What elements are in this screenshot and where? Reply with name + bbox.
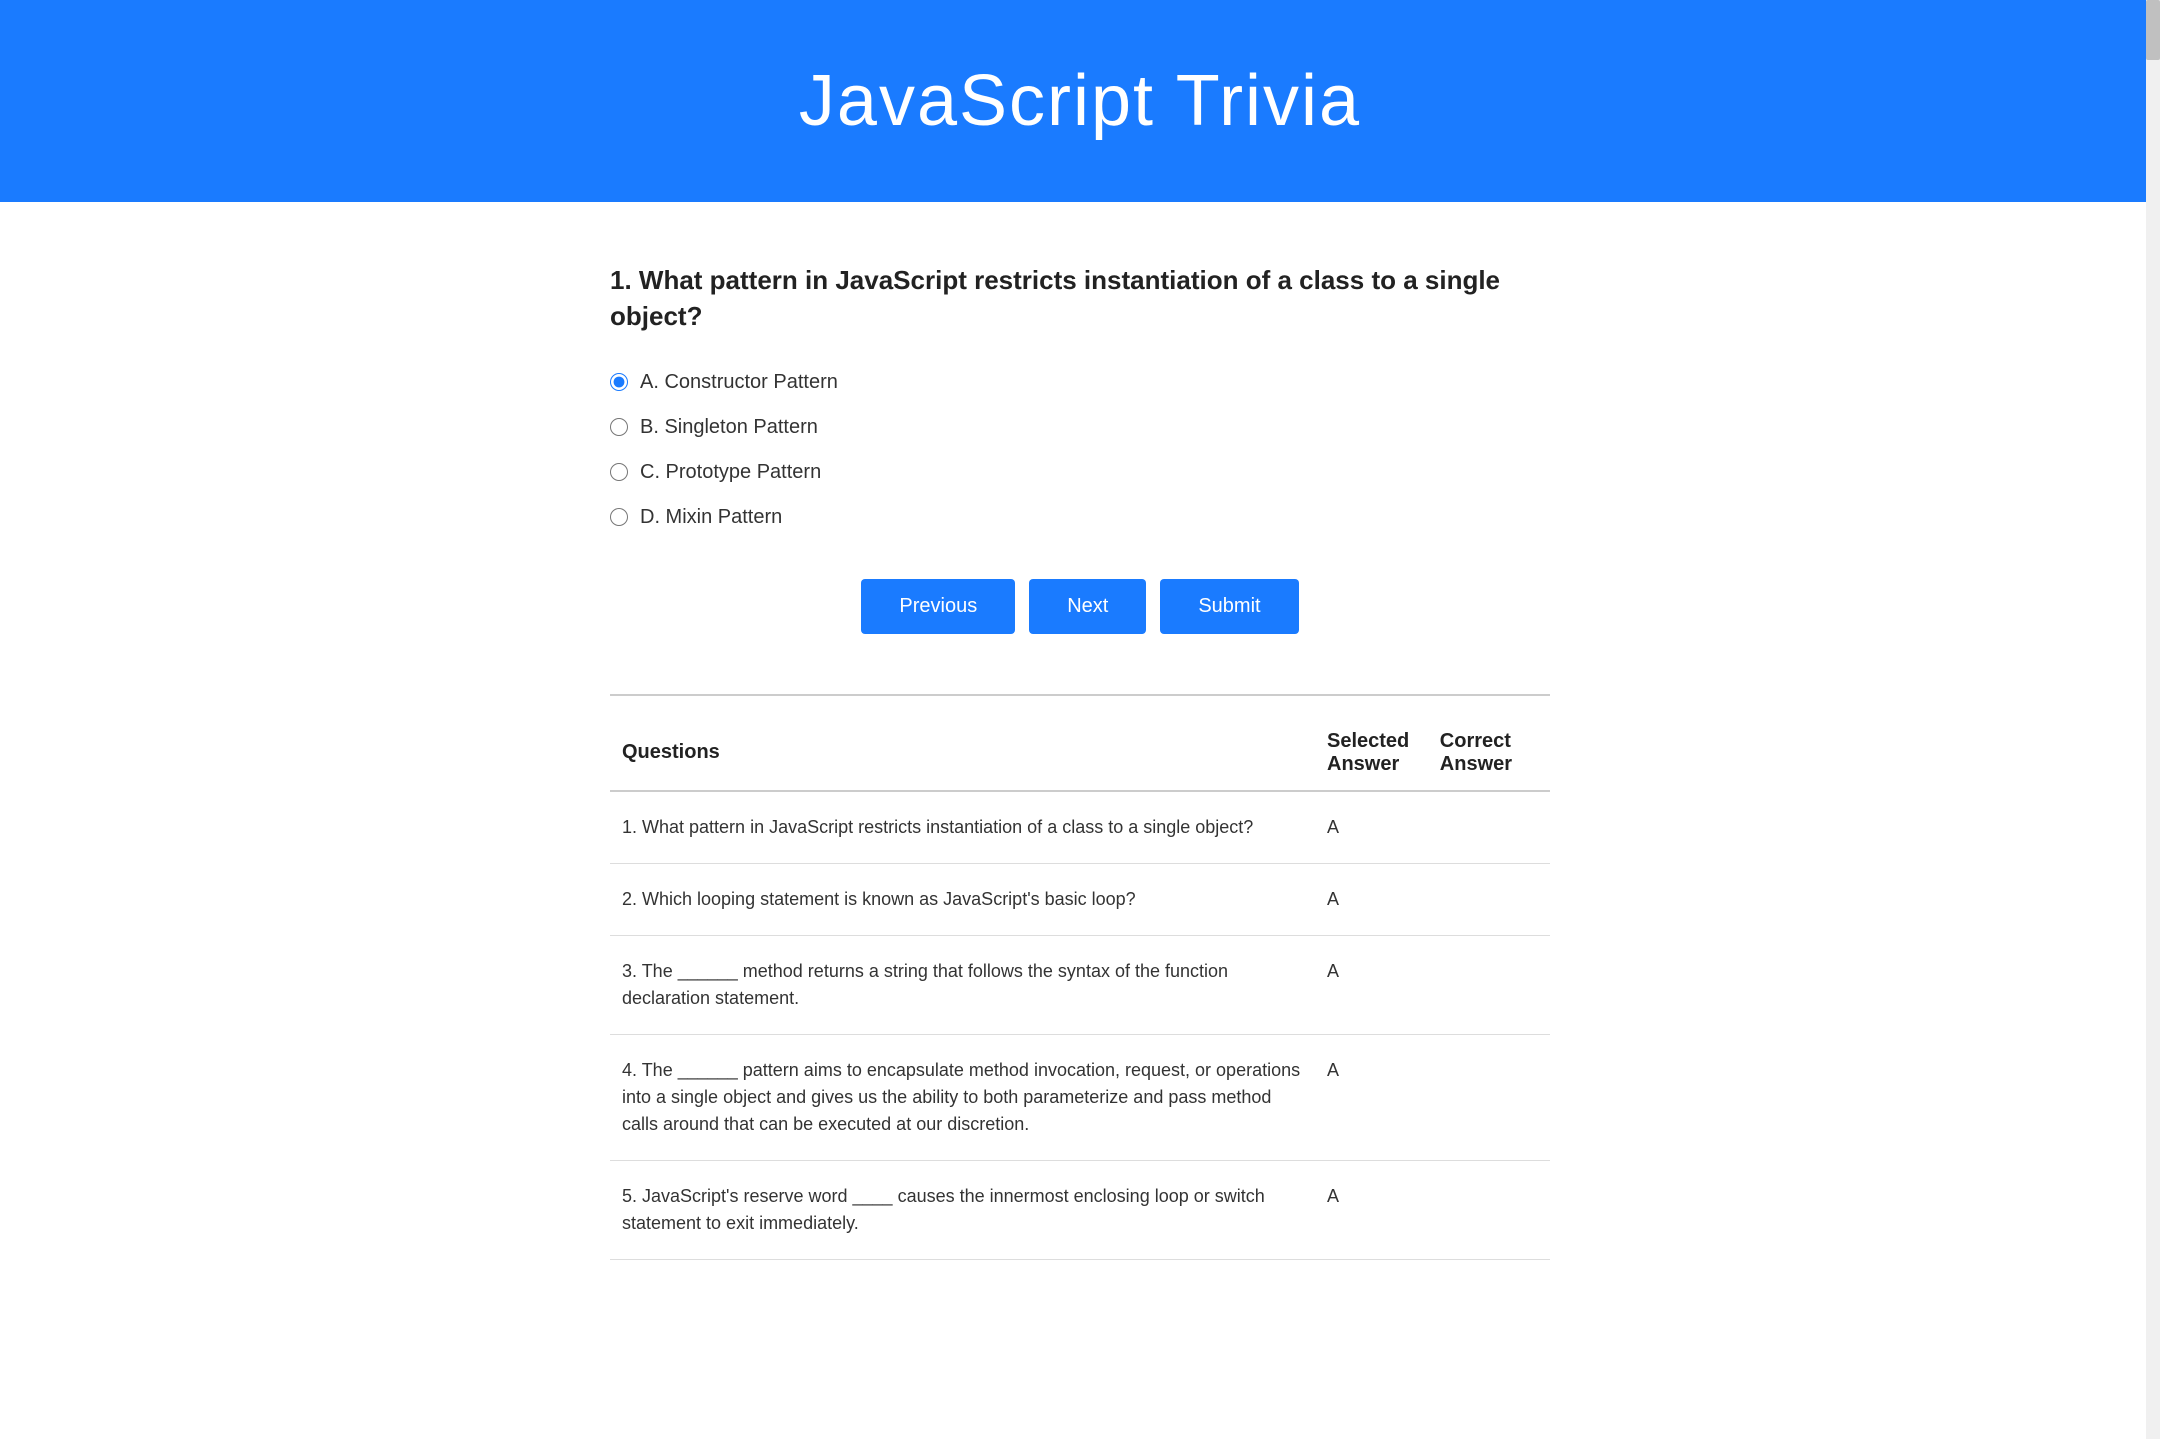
table-section: Questions Selected Answer Correct Answer… bbox=[610, 694, 1550, 1260]
table-row: 3. The ______ method returns a string th… bbox=[610, 935, 1550, 1034]
radio-c[interactable] bbox=[610, 463, 628, 481]
table-cell-correct-2 bbox=[1428, 863, 1550, 935]
table-cell-selected-3: A bbox=[1315, 935, 1428, 1034]
option-label-b[interactable]: B. Singleton Pattern bbox=[640, 416, 818, 439]
table-cell-correct-5 bbox=[1428, 1160, 1550, 1259]
table-row: 5. JavaScript's reserve word ____ causes… bbox=[610, 1160, 1550, 1259]
buttons-row: Previous Next Submit bbox=[610, 579, 1550, 634]
main-content: 1. What pattern in JavaScript restricts … bbox=[530, 202, 1630, 1320]
question-text: 1. What pattern in JavaScript restricts … bbox=[610, 262, 1550, 335]
submit-button[interactable]: Submit bbox=[1160, 579, 1298, 634]
option-label-a[interactable]: A. Constructor Pattern bbox=[640, 371, 838, 394]
option-item-d: D. Mixin Pattern bbox=[610, 506, 1550, 529]
option-item-b: B. Singleton Pattern bbox=[610, 416, 1550, 439]
radio-a[interactable] bbox=[610, 373, 628, 391]
radio-b[interactable] bbox=[610, 418, 628, 436]
question-section: 1. What pattern in JavaScript restricts … bbox=[610, 262, 1550, 529]
table-cell-correct-1 bbox=[1428, 791, 1550, 864]
table-cell-selected-4: A bbox=[1315, 1034, 1428, 1160]
table-cell-question-2: 2. Which looping statement is known as J… bbox=[610, 863, 1315, 935]
table-row: 2. Which looping statement is known as J… bbox=[610, 863, 1550, 935]
col-header-question: Questions bbox=[610, 716, 1315, 791]
table-row: 1. What pattern in JavaScript restricts … bbox=[610, 791, 1550, 864]
table-row: 4. The ______ pattern aims to encapsulat… bbox=[610, 1034, 1550, 1160]
scrollbar-track[interactable] bbox=[2146, 0, 2160, 1439]
table-cell-correct-3 bbox=[1428, 935, 1550, 1034]
table-cell-question-3: 3. The ______ method returns a string th… bbox=[610, 935, 1315, 1034]
col-header-correct: Correct Answer bbox=[1428, 716, 1550, 791]
option-label-c[interactable]: C. Prototype Pattern bbox=[640, 461, 821, 484]
table-cell-question-5: 5. JavaScript's reserve word ____ causes… bbox=[610, 1160, 1315, 1259]
table-cell-selected-5: A bbox=[1315, 1160, 1428, 1259]
table-cell-selected-1: A bbox=[1315, 791, 1428, 864]
option-label-d[interactable]: D. Mixin Pattern bbox=[640, 506, 782, 529]
options-list: A. Constructor Pattern B. Singleton Patte… bbox=[610, 371, 1550, 529]
table-cell-selected-2: A bbox=[1315, 863, 1428, 935]
scrollbar-thumb[interactable] bbox=[2146, 0, 2160, 60]
page-title: JavaScript Trivia bbox=[20, 60, 2140, 142]
header: JavaScript Trivia bbox=[0, 0, 2160, 202]
next-button[interactable]: Next bbox=[1029, 579, 1146, 634]
col-header-selected: Selected Answer bbox=[1315, 716, 1428, 791]
previous-button[interactable]: Previous bbox=[861, 579, 1015, 634]
option-item-a: A. Constructor Pattern bbox=[610, 371, 1550, 394]
radio-d[interactable] bbox=[610, 508, 628, 526]
table-cell-question-1: 1. What pattern in JavaScript restricts … bbox=[610, 791, 1315, 864]
table-cell-question-4: 4. The ______ pattern aims to encapsulat… bbox=[610, 1034, 1315, 1160]
results-table: Questions Selected Answer Correct Answer… bbox=[610, 716, 1550, 1260]
table-cell-correct-4 bbox=[1428, 1034, 1550, 1160]
option-item-c: C. Prototype Pattern bbox=[610, 461, 1550, 484]
